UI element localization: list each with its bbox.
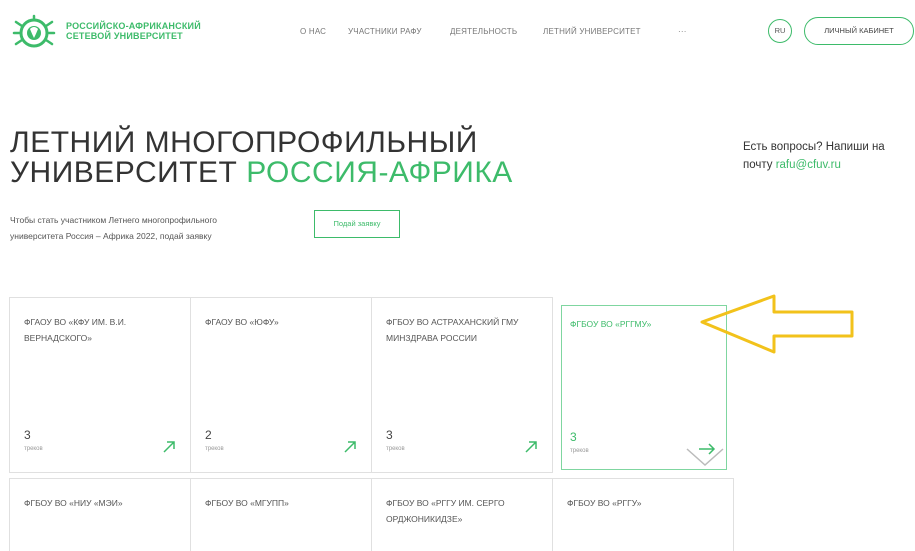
card-title: ФГБОУ ВО «НИУ «МЭИ» bbox=[24, 498, 123, 508]
university-card[interactable]: ФГБОУ ВО «РГГУ ИМ. СЕРГО ОРДЖОНИКИДЗЕ» bbox=[371, 478, 553, 551]
questions-prefix: почту bbox=[743, 159, 776, 171]
intro-text: Чтобы стать участником Летнего многопроф… bbox=[10, 212, 310, 244]
title-line2-plain: УНИВЕРСИТЕТ bbox=[10, 156, 247, 189]
site-header: РОССИЙСКО-АФРИКАНСКИЙ СЕТЕВОЙ УНИВЕРСИТЕ… bbox=[0, 0, 915, 64]
nav-more-icon[interactable]: ··· bbox=[678, 27, 687, 36]
card-title: ФГБОУ ВО «РГГУ» bbox=[567, 498, 642, 508]
title-line1: ЛЕТНИЙ МНОГОПРОФИЛЬНЫЙ bbox=[10, 126, 478, 159]
card-sublabel: треков bbox=[205, 446, 224, 452]
card-title: ФГБОУ ВО «МГУПП» bbox=[205, 498, 289, 508]
university-card[interactable]: ФГБОУ ВО АСТРАХАНСКИЙ ГМУ МИНЗДРАВА РОСС… bbox=[371, 297, 553, 473]
contact-block: Есть вопросы? Напиши на почту rafu@cfuv.… bbox=[743, 138, 885, 174]
arrow-up-right-icon bbox=[163, 441, 175, 453]
questions-email-line: почту rafu@cfuv.ru bbox=[743, 156, 885, 174]
language-button[interactable]: RU bbox=[768, 19, 792, 43]
arrow-up-right-icon bbox=[525, 441, 537, 453]
card-count: 3 bbox=[24, 428, 31, 442]
logo-icon[interactable] bbox=[12, 14, 56, 52]
card-count: 3 bbox=[386, 428, 393, 442]
card-count: 3 bbox=[570, 430, 577, 444]
intro-line2: университета Россия – Африка 2022, подай… bbox=[10, 231, 212, 241]
university-card[interactable]: ФГБОУ ВО «МГУПП» bbox=[190, 478, 372, 551]
card-title: ФГАОУ ВО «КФУ ИМ. В.И. ВЕРНАДСКОГО» bbox=[24, 317, 127, 343]
nav-item-members[interactable]: УЧАСТНИКИ РАФУ bbox=[348, 27, 422, 36]
email-link[interactable]: rafu@cfuv.ru bbox=[776, 159, 841, 171]
logo-text[interactable]: РОССИЙСКО-АФРИКАНСКИЙ СЕТЕВОЙ УНИВЕРСИТЕ… bbox=[66, 21, 201, 41]
personal-cabinet-button[interactable]: ЛИЧНЫЙ КАБИНЕТ bbox=[804, 17, 914, 45]
intro-line1: Чтобы стать участником Летнего многопроф… bbox=[10, 215, 218, 225]
card-title: ФГБОУ ВО «РГГУ ИМ. СЕРГО ОРДЖОНИКИДЗЕ» bbox=[386, 498, 505, 524]
card-sublabel: треков bbox=[570, 448, 589, 454]
card-sublabel: треков bbox=[24, 446, 43, 452]
page-title: ЛЕТНИЙ МНОГОПРОФИЛЬНЫЙ УНИВЕРСИТЕТ РОССИ… bbox=[10, 128, 513, 188]
card-count: 2 bbox=[205, 428, 212, 442]
nav-item-activity[interactable]: ДЕЯТЕЛЬНОСТЬ bbox=[450, 27, 517, 36]
nav-item-summer-university[interactable]: ЛЕТНИЙ УНИВЕРСИТЕТ bbox=[543, 27, 641, 36]
apply-button[interactable]: Подай заявку bbox=[314, 210, 400, 238]
university-card[interactable]: ФГБОУ ВО «НИУ «МЭИ» bbox=[9, 478, 191, 551]
card-title: ФГАОУ ВО «ЮФУ» bbox=[205, 317, 279, 327]
university-card[interactable]: ФГАОУ ВО «КФУ ИМ. В.И. ВЕРНАДСКОГО» 3 тр… bbox=[9, 297, 191, 473]
title-line2: УНИВЕРСИТЕТ РОССИЯ-АФРИКА bbox=[10, 158, 513, 188]
university-card[interactable]: ФГАОУ ВО «ЮФУ» 2 треков bbox=[190, 297, 372, 473]
chevron-down-icon bbox=[686, 448, 724, 467]
questions-text: Есть вопросы? Напиши на bbox=[743, 141, 885, 153]
logo-line1: РОССИЙСКО-АФРИКАНСКИЙ bbox=[66, 21, 201, 31]
title-line2-accent: РОССИЯ-АФРИКА bbox=[246, 156, 513, 189]
card-title: ФГБОУ ВО АСТРАХАНСКИЙ ГМУ МИНЗДРАВА РОСС… bbox=[386, 317, 519, 343]
card-sublabel: треков bbox=[386, 446, 405, 452]
annotation-arrow-icon bbox=[700, 294, 854, 354]
university-card[interactable]: ФГБОУ ВО «РГГУ» bbox=[552, 478, 734, 551]
arrow-up-right-icon bbox=[344, 441, 356, 453]
logo-line2: СЕТЕВОЙ УНИВЕРСИТЕТ bbox=[66, 31, 183, 41]
nav-item-about[interactable]: О НАС bbox=[300, 27, 326, 36]
